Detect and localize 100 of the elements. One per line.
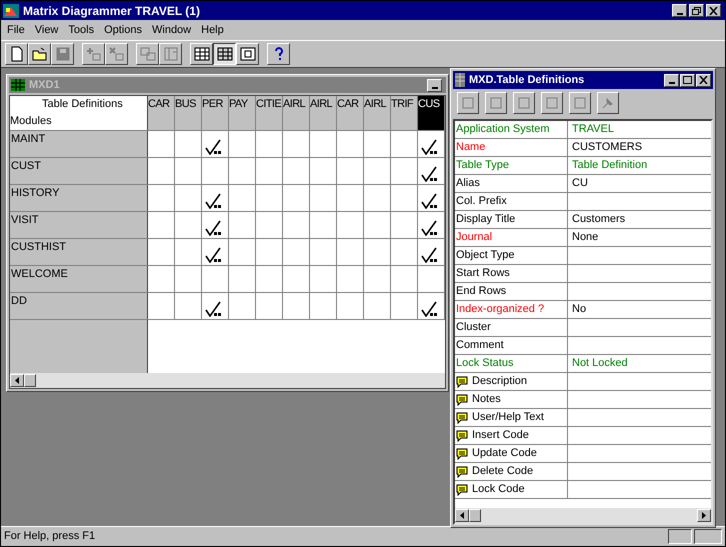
- column-axis-label: Table Definitions: [41, 97, 124, 112]
- column-header[interactable]: CAR: [337, 96, 364, 130]
- property-label[interactable]: Name: [455, 139, 568, 156]
- grid-icon: [192, 45, 210, 63]
- property-label[interactable]: Application System: [455, 121, 568, 138]
- property-value[interactable]: TRAVEL: [572, 121, 614, 138]
- property-name: Name: [456, 140, 486, 156]
- scroll-arrow-button[interactable]: [455, 509, 469, 522]
- row-header[interactable]: CUST: [10, 158, 148, 184]
- property-name: Start Rows: [456, 266, 510, 282]
- property-name: Application System: [456, 122, 550, 138]
- menu-item[interactable]: File: [3, 22, 29, 38]
- property-label[interactable]: Update Code: [455, 445, 568, 462]
- horizontal-scrollbar[interactable]: [455, 508, 711, 523]
- property-label[interactable]: Start Rows: [455, 265, 568, 282]
- status-panel: [668, 529, 692, 544]
- left-arrow-icon: [15, 377, 19, 384]
- row-header[interactable]: HISTORY: [10, 185, 148, 211]
- property-name: Lock Status: [456, 356, 514, 372]
- restore-icon: [692, 6, 701, 14]
- property-value[interactable]: Not Locked: [572, 355, 628, 372]
- menu-item[interactable]: Options: [100, 22, 146, 38]
- property-label[interactable]: Lock Status: [455, 355, 568, 372]
- scroll-thumb[interactable]: [469, 509, 481, 522]
- add-item-icon: [84, 45, 102, 63]
- property-label[interactable]: Delete Code: [455, 463, 568, 480]
- column-header[interactable]: AIRL: [283, 96, 310, 130]
- property-label[interactable]: Notes: [455, 391, 568, 408]
- property-name: End Rows: [456, 284, 506, 300]
- speech-bubble-icon: [456, 412, 468, 424]
- column-header[interactable]: AIRL: [310, 96, 337, 130]
- property-value[interactable]: No: [572, 301, 586, 318]
- property-label[interactable]: Journal: [455, 229, 568, 246]
- minimize-button[interactable]: [427, 78, 442, 92]
- column-header[interactable]: CITIE: [256, 96, 283, 130]
- property-name: Col. Prefix: [456, 194, 507, 210]
- property-label[interactable]: Comment: [455, 337, 568, 354]
- horizontal-scrollbar[interactable]: [10, 373, 445, 388]
- column-header[interactable]: PAY: [229, 96, 256, 130]
- minimize-button[interactable]: [672, 4, 687, 17]
- row-header[interactable]: CUSTHIST: [10, 239, 148, 265]
- property-label[interactable]: Lock Code: [455, 481, 568, 498]
- property-name: Cluster: [456, 320, 491, 336]
- remove-item-icon: [108, 45, 126, 63]
- property-name: Notes: [472, 392, 501, 408]
- column-header[interactable]: CUS: [418, 96, 445, 130]
- column-header[interactable]: BUS: [175, 96, 202, 130]
- close-icon: [699, 76, 708, 84]
- property-label[interactable]: User/Help Text: [455, 409, 568, 426]
- row-header[interactable]: DD: [10, 293, 148, 319]
- close-button[interactable]: [696, 74, 711, 86]
- column-header[interactable]: TRIF: [391, 96, 418, 130]
- minimize-button[interactable]: [664, 74, 679, 86]
- speech-bubble-icon: [456, 484, 468, 496]
- property-label[interactable]: Insert Code: [455, 427, 568, 444]
- property-label[interactable]: Table Type: [455, 157, 568, 174]
- left-arrow-icon: [460, 512, 464, 519]
- menu-item[interactable]: Tools: [64, 22, 98, 38]
- scroll-arrow-button[interactable]: [697, 509, 711, 522]
- property-name: User/Help Text: [472, 410, 544, 426]
- property-name: Description: [472, 374, 528, 390]
- status-panel: [694, 529, 722, 544]
- column-header[interactable]: CAR: [148, 96, 175, 130]
- menu-item[interactable]: Help: [197, 22, 228, 38]
- toolbar-button[interactable]: [213, 43, 236, 65]
- maximize-button[interactable]: [680, 74, 695, 86]
- scroll-arrow-button[interactable]: [10, 374, 24, 387]
- property-name: Delete Code: [472, 464, 534, 480]
- property-name: Update Code: [472, 446, 537, 462]
- property-label[interactable]: Description: [455, 373, 568, 390]
- property-value[interactable]: None: [572, 229, 598, 246]
- close-button[interactable]: [706, 4, 721, 17]
- column-header[interactable]: PER: [202, 96, 229, 130]
- property-label[interactable]: Object Type: [455, 247, 568, 264]
- property-label[interactable]: End Rows: [455, 283, 568, 300]
- row-header[interactable]: MAINT: [10, 131, 148, 157]
- row-header[interactable]: VISIT: [10, 212, 148, 238]
- minimize-icon: [676, 12, 682, 14]
- row-header[interactable]: WELCOME: [10, 266, 148, 292]
- window-title: Matrix Diagrammer TRAVEL (1): [23, 2, 201, 20]
- speech-bubble-icon: [456, 376, 468, 388]
- menu-item[interactable]: View: [30, 22, 62, 38]
- scroll-thumb[interactable]: [24, 374, 36, 387]
- property-name: Object Type: [456, 248, 514, 264]
- property-label[interactable]: Alias: [455, 175, 568, 192]
- property-value[interactable]: CU: [572, 175, 588, 192]
- restore-button[interactable]: [689, 4, 704, 17]
- column-header[interactable]: AIRL: [364, 96, 391, 130]
- property-name: Alias: [456, 176, 480, 192]
- menu-item[interactable]: Window: [148, 22, 196, 38]
- property-name: Index-organized ?: [456, 302, 544, 318]
- grid-icon: [11, 79, 25, 91]
- property-label[interactable]: Display Title: [455, 211, 568, 228]
- window-title: MXD.Table Definitions: [469, 72, 586, 88]
- property-value[interactable]: CUSTOMERS: [572, 139, 642, 156]
- property-label[interactable]: Col. Prefix: [455, 193, 568, 210]
- property-label[interactable]: Index-organized ?: [455, 301, 568, 318]
- property-label[interactable]: Cluster: [455, 319, 568, 336]
- property-value[interactable]: Table Definition: [572, 157, 648, 174]
- property-value[interactable]: Customers: [572, 211, 626, 228]
